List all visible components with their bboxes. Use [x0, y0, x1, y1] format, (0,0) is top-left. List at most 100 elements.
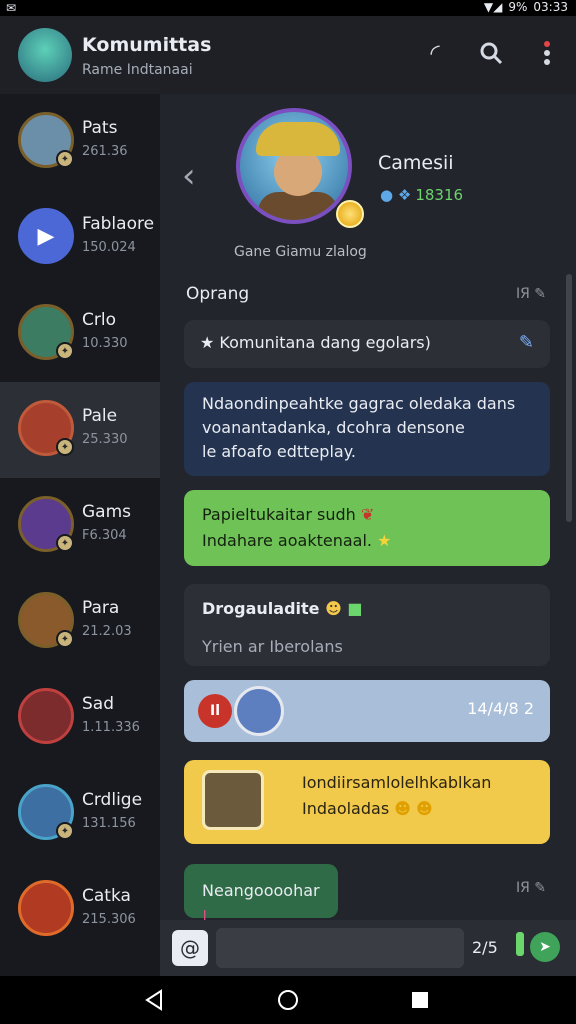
badge-icon: ✦ — [56, 438, 74, 456]
coin-icon — [336, 200, 364, 228]
refresh-icon[interactable]: ◜ — [420, 38, 450, 68]
more-icon[interactable] — [532, 38, 562, 68]
message-text: Indahare aoaktenaal. — [202, 531, 372, 550]
chat-panel: ‹ Camesii ● ❖ 18316 Gane Giamu zlalog Opr… — [160, 94, 576, 926]
sidebar-item-label: Pats — [82, 118, 118, 138]
sidebar-item-count: 21.2.03 — [82, 624, 132, 639]
message-bubble[interactable]: Iondiirsamlolelhkablkan Indaoladas ☻ ☻ — [184, 760, 550, 844]
top-bar: Komumittas Rame Indtanaai ◜ — [0, 16, 576, 94]
message-title: Drogauladite — [202, 599, 320, 618]
back-nav-icon[interactable] — [140, 986, 168, 1014]
sidebar-item[interactable]: ✦ Gams F6.304 — [0, 478, 160, 574]
message-text: ★ Komunitana dang egolars) — [200, 333, 431, 352]
sidebar-item-label: Sad — [82, 694, 114, 714]
message-subtext: Yrien ar Iberolans — [202, 637, 343, 656]
message-bubble[interactable]: Papieltukaitar sudh ❦ Indahare aoaktenaa… — [184, 490, 550, 566]
sidebar-item[interactable]: Catka 215.306 — [0, 862, 160, 958]
badge-icon: ✦ — [56, 822, 74, 840]
section-title: Oprang — [186, 284, 250, 304]
recents-nav-icon[interactable] — [406, 986, 434, 1014]
play-icon: ▶ — [18, 208, 74, 264]
gem-icon: ● ❖ — [380, 186, 412, 204]
sticker-icon: ❦ — [360, 505, 375, 524]
avatar — [18, 688, 74, 744]
avatar — [18, 880, 74, 936]
star-icon: ★ — [377, 531, 392, 550]
sidebar-item[interactable]: ✦ Para 21.2.03 — [0, 574, 160, 670]
composer-bar: @ 2/5 ➤ — [160, 920, 576, 976]
sidebar-item-label: Para — [82, 598, 120, 618]
cube-icon: ■ — [347, 599, 363, 618]
sidebar-item-count: F6.304 — [82, 528, 127, 543]
profile-stats: ● ❖ 18316 — [380, 186, 463, 204]
notification-badge: Il — [198, 694, 232, 728]
sidebar-item[interactable]: Sad 1.11.336 — [0, 670, 160, 766]
message-text: le afoafo edtteplay. — [202, 442, 356, 461]
emoji-icon: ☻ ☻ — [394, 799, 433, 818]
sidebar-item-label: Catka — [82, 886, 131, 906]
avatar-body — [258, 192, 338, 220]
sidebar-item-label: Crdlige — [82, 790, 143, 810]
sidebar-item-label: Fablaore — [82, 214, 155, 234]
message-bubble[interactable]: Neangoooohar | — [184, 864, 338, 926]
message-bubble[interactable]: ★ Komunitana dang egolars) ✎ — [184, 320, 550, 368]
sidebar-item-label: Gams — [82, 502, 132, 522]
conversation-list: ✦ Pats 261.36 ▶ Fablaore 150.024 ✦ Crlo … — [0, 94, 160, 976]
attach-icon[interactable]: @ — [172, 930, 208, 966]
signal-icon: ▼◢ — [483, 0, 503, 14]
sidebar-item-count: 150.024 — [82, 240, 136, 255]
community-avatar[interactable] — [18, 28, 72, 82]
message-text: voanantadanka, dcohra densone — [202, 418, 465, 437]
send-icon[interactable]: ➤ — [530, 932, 560, 962]
sidebar-item-label: Crlo — [82, 310, 116, 330]
scrollbar[interactable] — [566, 274, 572, 522]
message-text: Iondiirsamlolelhkablkan — [302, 773, 492, 792]
page-count: 2/5 — [472, 938, 498, 957]
badge-icon: ✦ — [56, 150, 74, 168]
message-text: Ndaondinpeahtke gagrac oledaka dans — [202, 394, 516, 413]
home-nav-icon[interactable] — [274, 986, 302, 1014]
sidebar-item[interactable]: ▶ Fablaore 150.024 — [0, 190, 160, 286]
sidebar-item-count: 25.330 — [82, 432, 128, 447]
sidebar-item[interactable]: ✦ Crlo 10.330 — [0, 286, 160, 382]
message-text: Neangoooohar — [202, 881, 320, 900]
sidebar-item-count: 10.330 — [82, 336, 128, 351]
section-tag: IЯ — [515, 880, 530, 896]
clock: 03:33 — [533, 0, 568, 14]
message-bubble[interactable]: Il 14/4/8 2 — [184, 680, 550, 742]
sidebar-item[interactable]: ✦ Pats 261.36 — [0, 94, 160, 190]
badge-icon: ✦ — [56, 630, 74, 648]
page-title: Komumittas — [82, 34, 212, 56]
status-bar: ✉ ▼◢ 9% 03:33 — [0, 0, 576, 16]
notification-icon: ✉ — [6, 1, 17, 15]
search-icon[interactable] — [476, 38, 506, 68]
sidebar-item-count: 261.36 — [82, 144, 128, 159]
section-tag: IЯ — [515, 286, 530, 302]
edit-icon[interactable]: IЯ ✎ — [516, 286, 546, 302]
image-thumbnail[interactable] — [202, 770, 264, 830]
sidebar-item-count: 1.11.336 — [82, 720, 140, 735]
emoji-icon: ☻ — [325, 599, 342, 618]
profile-stats-value: 18316 — [415, 186, 464, 204]
badge-icon: ✦ — [56, 534, 74, 552]
profile-caption: Gane Giamu zlalog — [234, 244, 367, 260]
battery-level: 9% — [508, 0, 528, 14]
sidebar-item-active[interactable]: ✦ Pale 25.330 — [0, 382, 160, 478]
sidebar-item-count: 215.306 — [82, 912, 136, 927]
page-subtitle: Rame Indtanaai — [82, 62, 193, 78]
profile-name: Camesii — [378, 152, 454, 174]
sidebar-item-count: 131.156 — [82, 816, 136, 831]
sidebar-item-label: Pale — [82, 406, 118, 426]
message-input[interactable] — [216, 928, 464, 968]
system-nav-bar — [0, 976, 576, 1024]
avatar — [234, 686, 284, 736]
edit-icon[interactable]: IЯ ✎ — [516, 880, 546, 896]
message-bubble[interactable]: Drogauladite ☻ ■ Yrien ar Iberolans — [184, 584, 550, 666]
pencil-icon[interactable]: ✎ — [519, 330, 534, 356]
pin-icon[interactable] — [516, 932, 524, 956]
avatar-hat — [256, 122, 340, 156]
sidebar-item[interactable]: ✦ Crdlige 131.156 — [0, 766, 160, 862]
message-bubble[interactable]: Ndaondinpeahtke gagrac oledaka dans voan… — [184, 382, 550, 476]
profile-avatar[interactable] — [236, 108, 352, 224]
back-icon[interactable]: ‹ — [182, 156, 196, 196]
